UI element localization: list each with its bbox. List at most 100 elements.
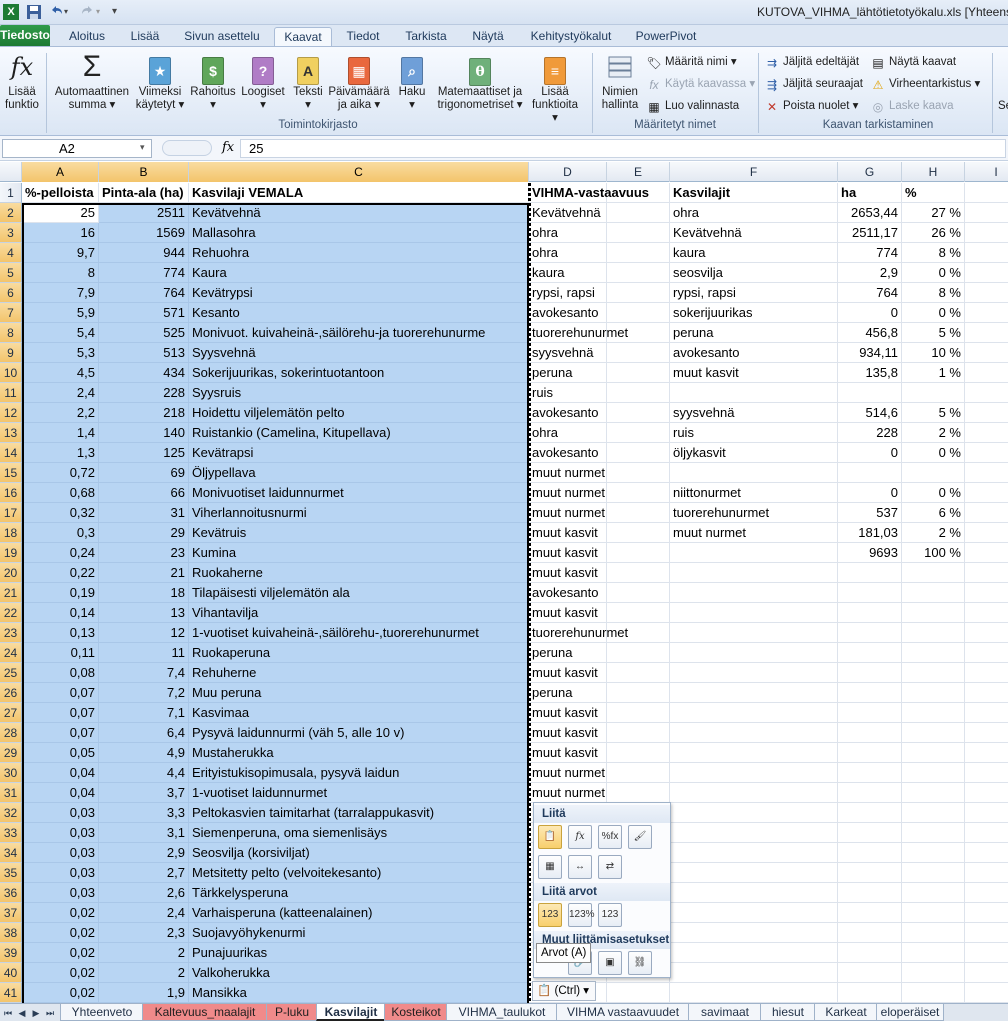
cell-b[interactable]: 13 — [99, 603, 189, 623]
cell-b[interactable]: 1,9 — [99, 983, 189, 1003]
row-header[interactable]: 1 — [0, 183, 22, 203]
cell-a[interactable]: 0,02 — [22, 923, 99, 943]
trace-precedents-button[interactable]: ⇉ Jäljitä edeltäjät — [764, 53, 859, 71]
cell-h[interactable] — [902, 803, 965, 823]
cell-d[interactable]: tuorerehunurmet — [529, 623, 628, 643]
row-header[interactable]: 15 — [0, 463, 22, 483]
cell-h[interactable] — [902, 863, 965, 883]
tab-insert[interactable]: Lisää — [122, 27, 168, 46]
cell-b[interactable]: 944 — [99, 243, 189, 263]
cell-b[interactable]: 2,3 — [99, 923, 189, 943]
row-header[interactable]: 18 — [0, 523, 22, 543]
cell-b[interactable]: 2,6 — [99, 883, 189, 903]
cell-h[interactable]: 27 % — [902, 203, 965, 223]
row-header[interactable]: 40 — [0, 963, 22, 983]
keep-column-widths-icon[interactable]: ↔ — [568, 855, 592, 879]
cell-b[interactable]: 6,4 — [99, 723, 189, 743]
cell-f[interactable] — [670, 543, 838, 563]
paste-picture-icon[interactable]: ▣ — [598, 951, 622, 975]
autosum-button[interactable]: Σ Automaattinen summa ▾ — [52, 51, 132, 112]
cell-d[interactable]: ohra — [529, 423, 607, 443]
select-all-corner[interactable] — [0, 162, 22, 182]
cell-a[interactable]: 0,22 — [22, 563, 99, 583]
row-header[interactable]: 41 — [0, 983, 22, 1003]
row-header[interactable]: 19 — [0, 543, 22, 563]
cell-i[interactable] — [965, 923, 1008, 943]
row-header[interactable]: 2 — [0, 203, 22, 223]
cell-a[interactable]: 0,32 — [22, 503, 99, 523]
cell-c[interactable]: Muu peruna — [189, 683, 529, 703]
cell-e[interactable] — [607, 643, 670, 663]
cell-a[interactable]: 0,24 — [22, 543, 99, 563]
cell-c[interactable]: 1-vuotiset kuivaheinä-,säilörehu-,tuorer… — [189, 623, 529, 643]
row-header[interactable]: 35 — [0, 863, 22, 883]
row-header[interactable]: 21 — [0, 583, 22, 603]
cell-i[interactable] — [965, 983, 1008, 1003]
cell-e[interactable] — [607, 243, 670, 263]
row-header[interactable]: 36 — [0, 883, 22, 903]
tab-data[interactable]: Tiedot — [336, 27, 390, 46]
cell-c[interactable]: Tilapäisesti viljelemätön ala — [189, 583, 529, 603]
sheet-tab[interactable]: Kaltevuus_maalajit — [142, 1004, 268, 1021]
column-header-g[interactable]: G — [838, 162, 902, 182]
row-header[interactable]: 4 — [0, 243, 22, 263]
cell-d[interactable]: muut nurmet — [529, 463, 607, 483]
cell-f[interactable]: sokerijuurikas — [670, 303, 838, 323]
row-header[interactable]: 13 — [0, 423, 22, 443]
cell-g[interactable] — [838, 803, 902, 823]
cell-a[interactable]: 0,13 — [22, 623, 99, 643]
cell-g[interactable] — [838, 863, 902, 883]
cell-b[interactable]: 2 — [99, 963, 189, 983]
header-cell-h[interactable]: % — [902, 183, 965, 203]
cell-i[interactable] — [965, 603, 1008, 623]
cell-e[interactable] — [607, 723, 670, 743]
cell-h[interactable] — [902, 383, 965, 403]
cell-f[interactable] — [670, 563, 838, 583]
date-time-button[interactable]: ▦ Päivämäärä ja aika ▾ — [328, 51, 390, 112]
cell-i[interactable] — [965, 843, 1008, 863]
cell-i[interactable] — [965, 803, 1008, 823]
paste-icon[interactable]: 📋 — [538, 825, 562, 849]
cell-i[interactable] — [965, 383, 1008, 403]
worksheet-grid[interactable]: A B C D E F G H I 1 %-pelloista Pinta-al… — [0, 162, 1008, 1003]
cell-i[interactable] — [965, 963, 1008, 983]
cell-e[interactable] — [607, 783, 670, 803]
cell-f[interactable]: niittonurmet — [670, 483, 838, 503]
formula-input[interactable]: 25 — [240, 139, 1006, 158]
cell-a[interactable]: 0,07 — [22, 703, 99, 723]
name-box[interactable]: A2 — [2, 139, 152, 158]
column-header-e[interactable]: E — [607, 162, 670, 182]
cell-f[interactable]: ruis — [670, 423, 838, 443]
cell-i[interactable] — [965, 663, 1008, 683]
cell-i[interactable] — [965, 263, 1008, 283]
cell-e[interactable] — [607, 203, 670, 223]
cell-d[interactable]: ohra — [529, 223, 607, 243]
cell-f[interactable] — [670, 903, 838, 923]
row-header[interactable]: 39 — [0, 943, 22, 963]
cell-h[interactable]: 0 % — [902, 263, 965, 283]
cell-g[interactable] — [838, 663, 902, 683]
cell-a[interactable]: 1,4 — [22, 423, 99, 443]
cell-g[interactable] — [838, 563, 902, 583]
cell-f[interactable] — [670, 803, 838, 823]
cell-a[interactable]: 9,7 — [22, 243, 99, 263]
cell-c[interactable]: Monivuot. kuivaheinä-,säilörehu-ja tuore… — [189, 323, 529, 343]
cell-g[interactable] — [838, 843, 902, 863]
cell-c[interactable]: Mustaherukka — [189, 743, 529, 763]
sheet-tab[interactable]: savimaat — [688, 1004, 762, 1021]
redo-dropdown-icon[interactable]: ▾ — [96, 4, 104, 20]
row-header[interactable]: 17 — [0, 503, 22, 523]
header-cell-f[interactable]: Kasvilajit — [670, 183, 838, 203]
cell-e[interactable] — [607, 603, 670, 623]
cell-h[interactable]: 2 % — [902, 423, 965, 443]
cell-i[interactable] — [965, 783, 1008, 803]
row-header[interactable]: 3 — [0, 223, 22, 243]
cell-f[interactable]: rypsi, rapsi — [670, 283, 838, 303]
cell-d[interactable]: muut kasvit — [529, 663, 607, 683]
cell-g[interactable] — [838, 883, 902, 903]
column-header-b[interactable]: B — [99, 162, 189, 182]
cell-f[interactable] — [670, 623, 838, 643]
column-header-d[interactable]: D — [529, 162, 607, 182]
cell-a[interactable]: 1,3 — [22, 443, 99, 463]
cell-b[interactable]: 7,4 — [99, 663, 189, 683]
